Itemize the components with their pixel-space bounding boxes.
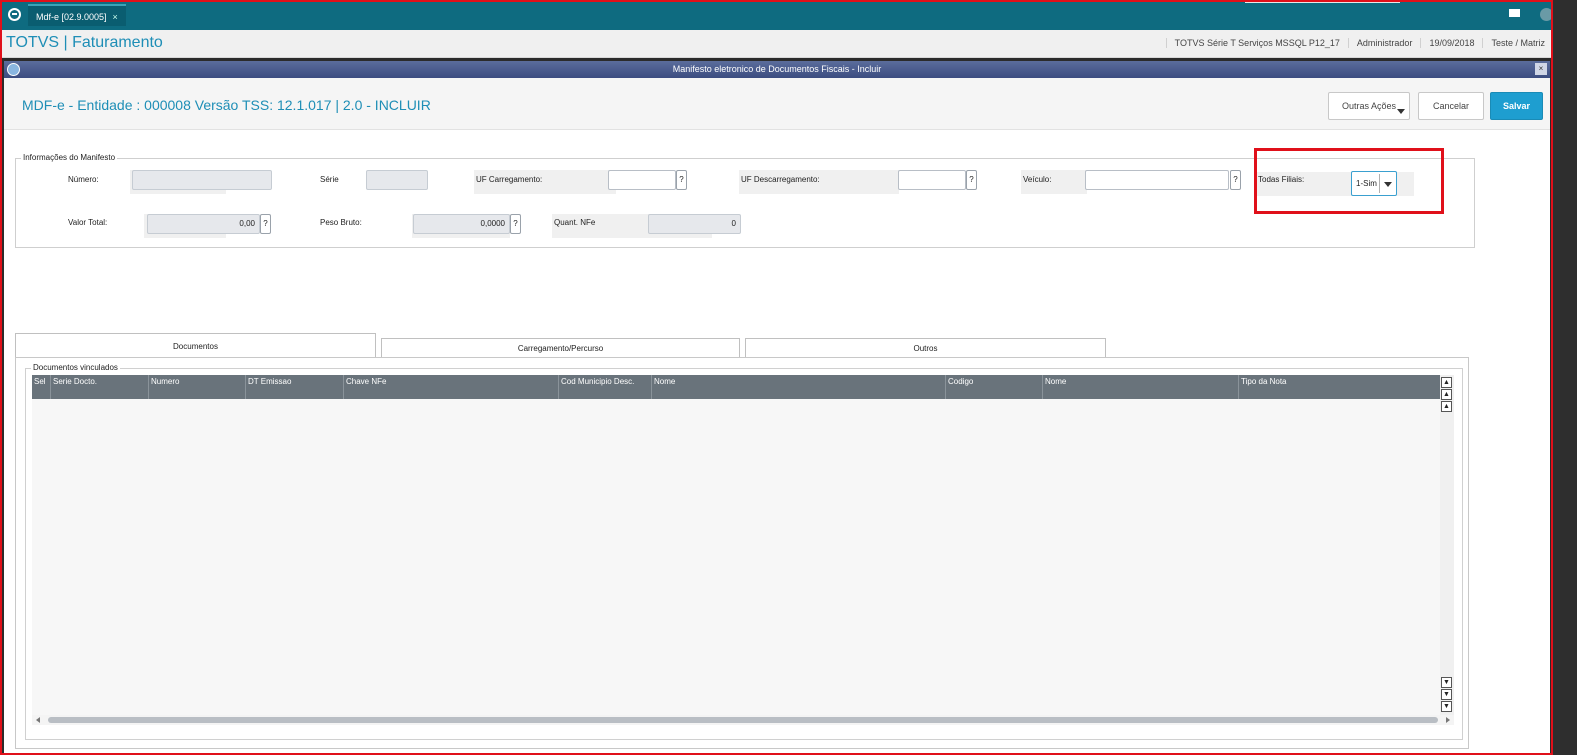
totvs-logo-icon[interactable] bbox=[8, 8, 21, 21]
uf-descarregamento-label: UF Descarregamento: bbox=[741, 175, 820, 184]
uf-descarregamento-lookup-button[interactable]: ? bbox=[966, 170, 977, 190]
tab-mdfe[interactable]: Mdf-e [02.9.0005] × bbox=[28, 4, 126, 26]
tab-close-icon[interactable]: × bbox=[113, 12, 118, 22]
dialog-title: Manifesto eletronico de Documentos Fisca… bbox=[672, 64, 882, 74]
valor-total-field[interactable]: 0,00 bbox=[147, 214, 260, 234]
grid-col-serie-docto[interactable]: Serie Docto. bbox=[51, 375, 149, 399]
numero-label: Número: bbox=[68, 175, 99, 184]
scroll-page-up-icon[interactable]: ▲ bbox=[1441, 389, 1452, 400]
user-label[interactable]: Administrador bbox=[1347, 38, 1421, 48]
valor-total-label: Valor Total: bbox=[68, 218, 108, 227]
top-highlight bbox=[1245, 0, 1400, 3]
grid-col-nome[interactable]: Nome bbox=[652, 375, 946, 399]
valor-total-lookup-button[interactable]: ? bbox=[260, 214, 271, 234]
app-header: TOTVS | Faturamento TOTVS Série T Serviç… bbox=[0, 30, 1553, 58]
uf-carregamento-lookup-button[interactable]: ? bbox=[676, 170, 687, 190]
highlight-annotation-box bbox=[1254, 148, 1444, 214]
grid-col-chave-nfe[interactable]: Chave NFe bbox=[344, 375, 559, 399]
tab-mdfe-label: Mdf-e [02.9.0005] bbox=[36, 12, 107, 22]
quant-nfe-field[interactable]: 0 bbox=[648, 214, 741, 234]
date-label: 19/09/2018 bbox=[1420, 38, 1482, 48]
dialog-body: MDF-e - Entidade : 000008 Versão TSS: 12… bbox=[4, 78, 1550, 755]
grid-horizontal-scrollbar[interactable] bbox=[32, 715, 1454, 725]
cancel-button[interactable]: Cancelar bbox=[1418, 92, 1484, 120]
dialog-icon bbox=[7, 63, 20, 76]
company-label[interactable]: Teste / Matriz bbox=[1482, 38, 1553, 48]
grid-col-numero[interactable]: Numero bbox=[149, 375, 246, 399]
page-title: MDF-e - Entidade : 000008 Versão TSS: 12… bbox=[22, 97, 431, 113]
outras-acoes-label: Outras Ações bbox=[1341, 101, 1397, 111]
manifesto-legend: Informações do Manifesto bbox=[21, 153, 118, 162]
grid-col-dt-emissao[interactable]: DT Emissao bbox=[246, 375, 344, 399]
numero-field[interactable] bbox=[132, 170, 272, 190]
uf-descarregamento-field[interactable] bbox=[898, 170, 966, 190]
peso-bruto-label: Peso Bruto: bbox=[320, 218, 362, 227]
top-tab-bar: Mdf-e [02.9.0005] × bbox=[0, 0, 1553, 30]
peso-bruto-lookup-button[interactable]: ? bbox=[510, 214, 521, 234]
veiculo-field[interactable] bbox=[1085, 170, 1229, 190]
serie-field[interactable] bbox=[366, 170, 428, 190]
mail-icon[interactable] bbox=[1509, 9, 1520, 17]
serie-label: Série bbox=[320, 175, 339, 184]
grid-col-nome-2[interactable]: Nome bbox=[1043, 375, 1239, 399]
scroll-right-icon[interactable] bbox=[1446, 717, 1450, 723]
dialog-title-bar: Manifesto eletronico de Documentos Fisca… bbox=[4, 61, 1550, 78]
tab-strip: Documentos Carregamento/Percurso Outros bbox=[4, 333, 1550, 359]
outras-acoes-button[interactable]: Outras Ações bbox=[1328, 92, 1410, 120]
page-title-bar: MDF-e - Entidade : 000008 Versão TSS: 12… bbox=[4, 78, 1550, 130]
peso-bruto-field[interactable]: 0,0000 bbox=[413, 214, 510, 234]
grid-col-cod-municipio-desc[interactable]: Cod Municipio Desc. bbox=[559, 375, 652, 399]
grid-col-sel[interactable]: Sel bbox=[32, 375, 51, 399]
scroll-page-down-icon[interactable]: ▼ bbox=[1441, 689, 1452, 700]
scroll-down-icon[interactable]: ▼ bbox=[1441, 677, 1452, 688]
veiculo-label: Veículo: bbox=[1023, 175, 1052, 184]
grid-header: Sel Serie Docto. Numero DT Emissao Chave… bbox=[32, 375, 1440, 399]
help-icon[interactable] bbox=[1540, 8, 1553, 21]
tab-carregamento-percurso[interactable]: Carregamento/Percurso bbox=[381, 338, 740, 358]
veiculo-lookup-button[interactable]: ? bbox=[1230, 170, 1241, 190]
app-brand: TOTVS | Faturamento bbox=[6, 34, 163, 51]
header-info: TOTVS Série T Serviços MSSQL P12_17 Admi… bbox=[1165, 38, 1553, 48]
scroll-up-icon[interactable]: ▲ bbox=[1441, 401, 1452, 412]
dialog-close-icon[interactable]: × bbox=[1535, 63, 1547, 75]
documentos-vinculados-legend: Documentos vinculados bbox=[31, 363, 120, 372]
uf-carregamento-label-text: UF Carregamento: bbox=[476, 175, 543, 184]
environment-label: TOTVS Série T Serviços MSSQL P12_17 bbox=[1165, 38, 1348, 48]
grid-vertical-scrollbar[interactable]: ▲ ▲ ▲ ▼ ▼ ▼ bbox=[1440, 375, 1454, 717]
save-button[interactable]: Salvar bbox=[1490, 92, 1543, 120]
uf-carregamento-field[interactable] bbox=[608, 170, 676, 190]
quant-nfe-label: Quant. NFe bbox=[554, 218, 596, 227]
scroll-thumb[interactable] bbox=[48, 717, 1438, 723]
scroll-bottom-icon[interactable]: ▼ bbox=[1441, 701, 1452, 712]
right-dark-strip bbox=[1553, 0, 1577, 755]
tab-documentos[interactable]: Documentos bbox=[15, 333, 376, 358]
tab-outros[interactable]: Outros bbox=[745, 338, 1106, 358]
scroll-left-icon[interactable] bbox=[36, 717, 40, 723]
grid-col-tipo-nota[interactable]: Tipo da Nota bbox=[1239, 375, 1440, 399]
scroll-top-icon[interactable]: ▲ bbox=[1441, 377, 1452, 388]
chevron-down-icon bbox=[1397, 109, 1405, 114]
grid-col-codigo[interactable]: Codigo bbox=[946, 375, 1043, 399]
documentos-grid[interactable]: Sel Serie Docto. Numero DT Emissao Chave… bbox=[32, 375, 1440, 717]
